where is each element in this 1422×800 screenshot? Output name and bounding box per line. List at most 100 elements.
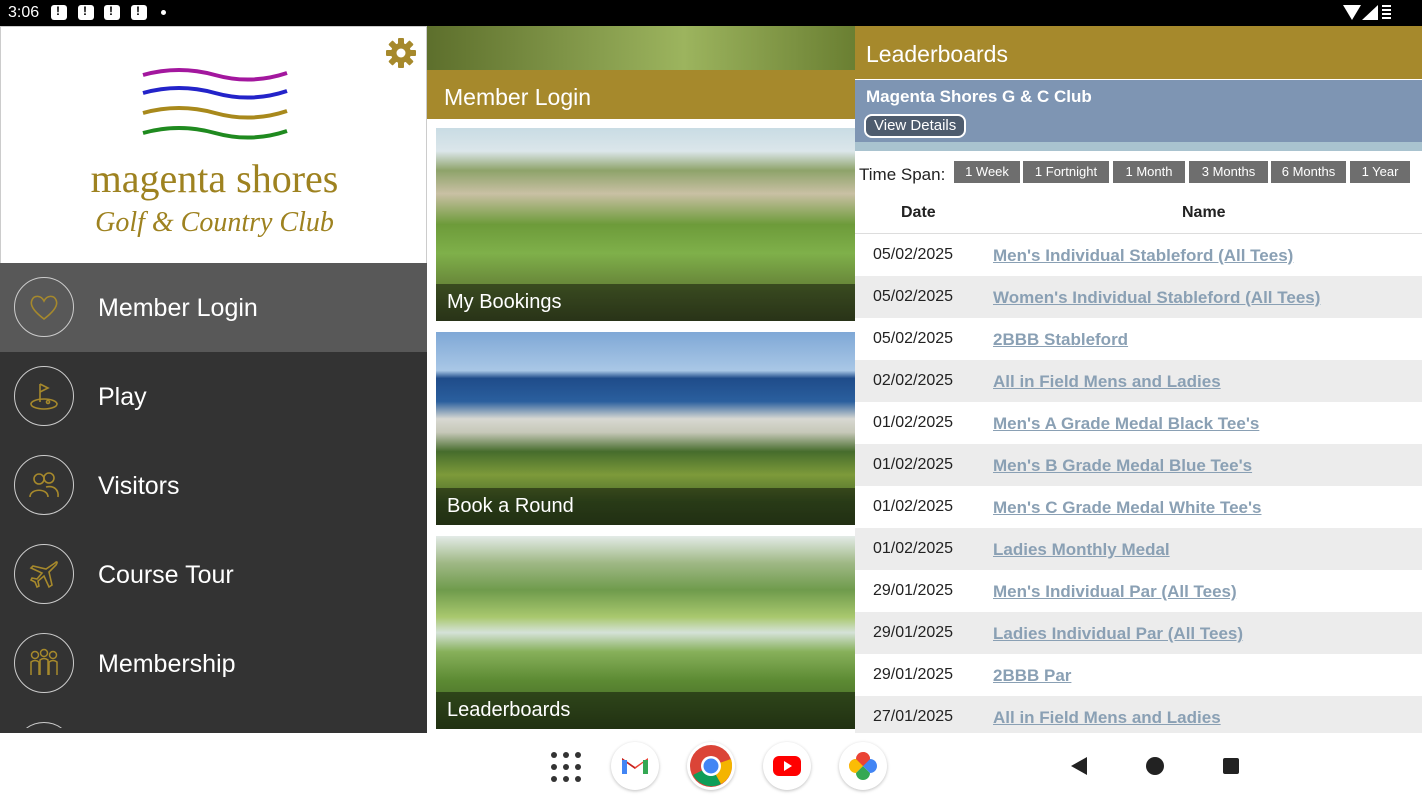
table-row: 29/01/2025 Men's Individual Par (All Tees… bbox=[855, 570, 1422, 612]
golf-flag-icon bbox=[14, 366, 74, 426]
competition-link[interactable]: 2BBB Par bbox=[993, 666, 1071, 686]
wifi-icon bbox=[1343, 5, 1361, 20]
competition-link[interactable]: 2BBB Stableford bbox=[993, 330, 1128, 350]
competition-link[interactable]: Men's Individual Par (All Tees) bbox=[993, 582, 1237, 602]
photos-icon[interactable] bbox=[839, 742, 887, 790]
menu-item-visitors[interactable]: Visitors bbox=[0, 441, 427, 530]
menu-item-label: Visitors bbox=[98, 472, 180, 500]
competition-link[interactable]: Men's C Grade Medal White Tee's bbox=[993, 498, 1262, 518]
competition-link[interactable]: Men's A Grade Medal Black Tee's bbox=[993, 414, 1259, 434]
table-row: 05/02/2025 Men's Individual Stableford (A… bbox=[855, 234, 1422, 276]
tile-label: Book a Round bbox=[447, 495, 574, 517]
menu-item-member-login[interactable]: Member Login bbox=[0, 263, 427, 352]
competition-link[interactable]: Women's Individual Stableford (All Tees) bbox=[993, 288, 1320, 308]
battery-icon bbox=[1382, 5, 1391, 20]
row-date: 01/02/2025 bbox=[873, 498, 954, 515]
row-date: 01/02/2025 bbox=[873, 414, 954, 431]
time-span-1-week-button[interactable]: 1 Week bbox=[954, 161, 1020, 183]
time-span-label: Time Span: bbox=[859, 165, 946, 184]
panel-title: Member Login bbox=[444, 84, 592, 110]
view-details-button[interactable]: View Details bbox=[864, 114, 967, 138]
notification-icon bbox=[131, 4, 147, 20]
competition-link[interactable]: Ladies Monthly Medal bbox=[993, 540, 1170, 560]
time-span-selector: Time Span: 1 Week 1 Fortnight 1 Month 3 … bbox=[855, 160, 1422, 190]
menu-item-label: Course Tour bbox=[98, 561, 234, 589]
status-bar: 3:06 bbox=[0, 0, 1422, 26]
menu-item-play[interactable]: Play bbox=[0, 352, 427, 441]
table-row: 29/01/2025 Ladies Individual Par (All Tee… bbox=[855, 612, 1422, 654]
row-date: 05/02/2025 bbox=[873, 288, 954, 305]
member-login-panel: Member Login My Bookings Book a Round Le… bbox=[427, 26, 855, 733]
home-icon[interactable] bbox=[1146, 757, 1164, 775]
competition-link[interactable]: All in Field Mens and Ladies bbox=[993, 708, 1221, 728]
row-date: 29/01/2025 bbox=[873, 624, 954, 641]
table-row: 01/02/2025 Men's B Grade Medal Blue Tee's bbox=[855, 444, 1422, 486]
leaderboards-title: Leaderboards bbox=[866, 41, 1008, 67]
youtube-icon[interactable] bbox=[763, 742, 811, 790]
time-span-1-month-button[interactable]: 1 Month bbox=[1113, 161, 1185, 183]
column-header-name[interactable]: Name bbox=[1182, 204, 1226, 222]
back-icon[interactable] bbox=[1071, 757, 1087, 775]
notification-icon bbox=[51, 4, 67, 20]
heart-icon bbox=[14, 277, 74, 337]
table-row: 05/02/2025 2BBB Stableford bbox=[855, 318, 1422, 360]
leaderboards-panel: Leaderboards Magenta Shores G & C Club V… bbox=[855, 26, 1422, 733]
time-span-6-months-button[interactable]: 6 Months bbox=[1271, 161, 1346, 183]
chrome-icon[interactable] bbox=[687, 742, 735, 790]
row-date: 27/01/2025 bbox=[873, 708, 954, 725]
competition-link[interactable]: Men's B Grade Medal Blue Tee's bbox=[993, 456, 1252, 476]
column-header-date[interactable]: Date bbox=[901, 204, 936, 222]
course-banner-image bbox=[427, 26, 855, 70]
row-date: 02/02/2025 bbox=[873, 372, 954, 389]
menu-item-more[interactable] bbox=[0, 708, 427, 728]
competition-link[interactable]: Men's Individual Stableford (All Tees) bbox=[993, 246, 1293, 266]
club-info-bar: Magenta Shores G & C Club View Details bbox=[855, 80, 1422, 142]
tile-caption: Book a Round bbox=[436, 488, 855, 525]
side-menu: magenta shores Golf & Country Club Membe… bbox=[0, 26, 427, 733]
status-time: 3:06 bbox=[8, 4, 40, 21]
menu-item-icon bbox=[14, 722, 74, 728]
row-date: 05/02/2025 bbox=[873, 246, 954, 263]
gear-icon[interactable] bbox=[385, 37, 417, 69]
tile-label: Leaderboards bbox=[447, 699, 571, 721]
group-icon bbox=[14, 633, 74, 693]
logo-title: magenta shores bbox=[90, 156, 339, 201]
recents-icon[interactable] bbox=[1223, 758, 1239, 774]
table-row: 01/02/2025 Men's C Grade Medal White Tee'… bbox=[855, 486, 1422, 528]
notification-icon bbox=[104, 4, 120, 20]
app-drawer-icon[interactable] bbox=[551, 752, 581, 782]
table-row: 01/02/2025 Men's A Grade Medal Black Tee'… bbox=[855, 402, 1422, 444]
notification-icon bbox=[78, 4, 94, 20]
row-date: 01/02/2025 bbox=[873, 540, 954, 557]
leaderboards-header: Leaderboards bbox=[855, 26, 1422, 79]
row-date: 29/01/2025 bbox=[873, 582, 954, 599]
time-span-3-months-button[interactable]: 3 Months bbox=[1189, 161, 1268, 183]
tile-caption: My Bookings bbox=[436, 284, 855, 321]
club-name: Magenta Shores G & C Club bbox=[866, 87, 1092, 106]
menu-item-label: Play bbox=[98, 383, 147, 411]
tile-book-a-round[interactable]: Book a Round bbox=[436, 332, 855, 525]
menu-item-label: Member Login bbox=[98, 294, 258, 322]
club-logo-area: magenta shores Golf & Country Club bbox=[0, 26, 427, 264]
tile-my-bookings[interactable]: My Bookings bbox=[436, 128, 855, 321]
panel-header: Member Login bbox=[427, 70, 855, 119]
navigation-bar bbox=[0, 733, 1422, 800]
gmail-icon[interactable] bbox=[611, 742, 659, 790]
table-row: 29/01/2025 2BBB Par bbox=[855, 654, 1422, 696]
competition-link[interactable]: All in Field Mens and Ladies bbox=[993, 372, 1221, 392]
tile-leaderboards[interactable]: Leaderboards bbox=[436, 536, 855, 729]
table-row: 01/02/2025 Ladies Monthly Medal bbox=[855, 528, 1422, 570]
competition-link[interactable]: Ladies Individual Par (All Tees) bbox=[993, 624, 1243, 644]
logo-subtitle: Golf & Country Club bbox=[95, 207, 334, 238]
waves-logo-icon bbox=[142, 68, 288, 140]
time-span-1-year-button[interactable]: 1 Year bbox=[1350, 161, 1410, 183]
menu-item-membership[interactable]: Membership bbox=[0, 619, 427, 708]
menu-item-course-tour[interactable]: Course Tour bbox=[0, 530, 427, 619]
row-date: 01/02/2025 bbox=[873, 456, 954, 473]
airplane-icon bbox=[14, 544, 74, 604]
signal-icon bbox=[1362, 5, 1378, 20]
time-span-1-fortnight-button[interactable]: 1 Fortnight bbox=[1023, 161, 1109, 183]
table-row: 02/02/2025 All in Field Mens and Ladies bbox=[855, 360, 1422, 402]
menu-item-label: Membership bbox=[98, 650, 236, 678]
table-row: 05/02/2025 Women's Individual Stableford … bbox=[855, 276, 1422, 318]
